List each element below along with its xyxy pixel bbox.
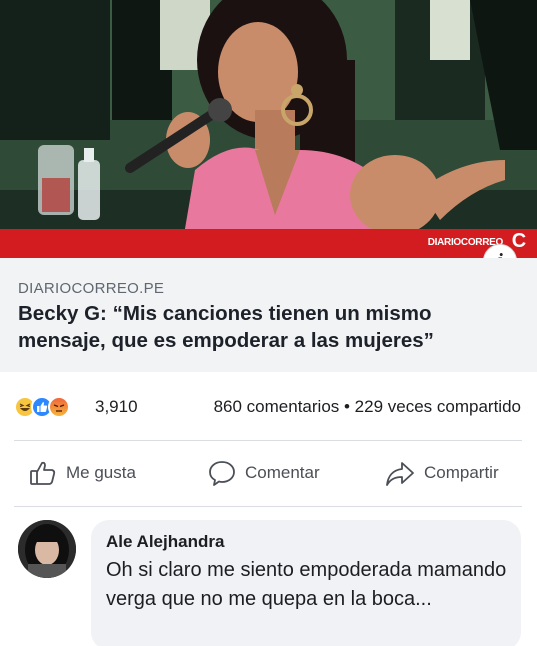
avatar[interactable]: [18, 520, 76, 578]
like-button[interactable]: Me gusta: [28, 456, 136, 490]
divider: [14, 440, 522, 441]
reaction-icons[interactable]: [14, 394, 70, 420]
share-label: Compartir: [424, 463, 499, 482]
comment-bubble-icon: [209, 461, 235, 486]
comment-text: Oh si claro me siento empoderada mamando…: [106, 559, 507, 610]
share-arrow-icon: [386, 462, 414, 486]
link-domain: DIARIOCORREO.PE: [18, 280, 165, 297]
divider: [14, 506, 522, 507]
hero-photo-illustration: [0, 0, 537, 258]
comments-shares-count[interactable]: 860 comentarios • 229 veces compartido: [214, 397, 521, 417]
comment-author[interactable]: Ale Alejhandra: [106, 532, 224, 552]
like-label: Me gusta: [66, 463, 136, 482]
comment-label: Comentar: [245, 463, 320, 482]
share-button[interactable]: Compartir: [384, 456, 499, 490]
thumbs-up-icon: [30, 461, 56, 485]
avatar-photo: [18, 520, 76, 578]
article-hero-image[interactable]: [0, 0, 537, 258]
link-title[interactable]: Becky G: “Mis canciones tienen un mismo …: [18, 300, 518, 354]
reaction-count[interactable]: 3,910: [95, 397, 138, 417]
angry-reaction-icon: [48, 396, 70, 418]
comment-button[interactable]: Comentar: [207, 456, 320, 490]
